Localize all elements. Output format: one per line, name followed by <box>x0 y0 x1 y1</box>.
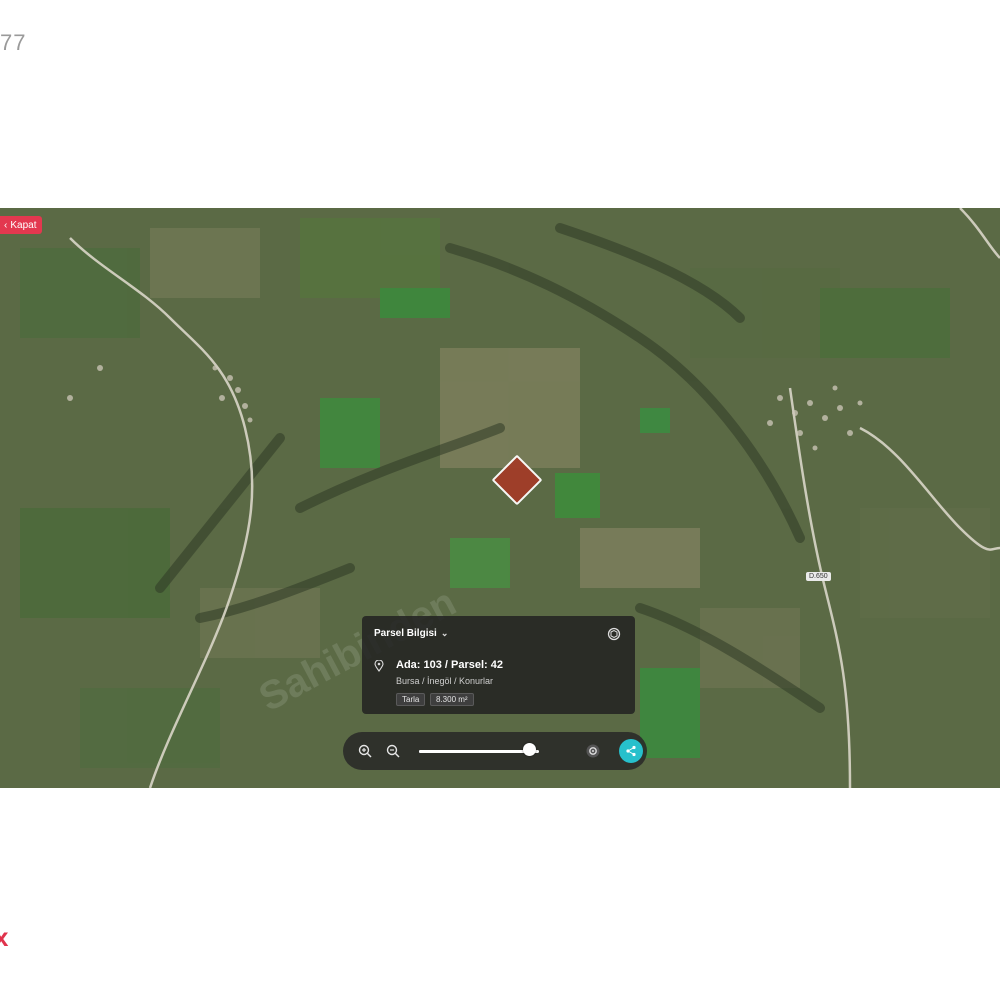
parcel-location: Bursa / İnegöl / Konurlar <box>396 676 494 686</box>
zoom-slider-thumb[interactable] <box>523 743 537 756</box>
zoom-slider[interactable] <box>419 750 539 753</box>
road-label: D.650 <box>806 572 831 581</box>
info-card-header[interactable]: Parsel Bilgisi ⌄ <box>374 628 448 639</box>
parcel-number: Ada: 103 / Parsel: 42 <box>396 659 504 671</box>
map-toolbar <box>343 732 647 770</box>
chevron-down-icon: ⌄ <box>440 628 449 638</box>
zoom-out-icon[interactable] <box>385 743 401 759</box>
gear-icon[interactable] <box>585 743 601 759</box>
close-map-label: Kapat <box>10 219 37 231</box>
map-pin-icon <box>374 660 384 672</box>
chevron-left-icon: ‹ <box>4 219 8 231</box>
land-type-tag: Tarla <box>396 693 426 706</box>
corner-mark: x <box>0 922 9 952</box>
close-map-button[interactable]: ‹ Kapat <box>0 216 43 234</box>
zoom-in-icon[interactable] <box>357 743 373 759</box>
share-icon <box>626 745 636 757</box>
satellite-map[interactable]: Sahibinden ‹ Kapat D.650 Parsel Bilgisi … <box>0 208 1000 788</box>
area-tag: 8.300 m² <box>430 693 474 706</box>
zoom-slider-fill <box>419 750 530 753</box>
info-card-title: Parsel Bilgisi <box>374 628 437 639</box>
share-button[interactable] <box>619 739 643 763</box>
corner-text: 77 <box>0 30 27 55</box>
parcel-info-card: Parsel Bilgisi ⌄ Ada: 103 / Parsel: 42 B… <box>362 616 635 714</box>
3d-cube-icon[interactable] <box>607 627 621 641</box>
